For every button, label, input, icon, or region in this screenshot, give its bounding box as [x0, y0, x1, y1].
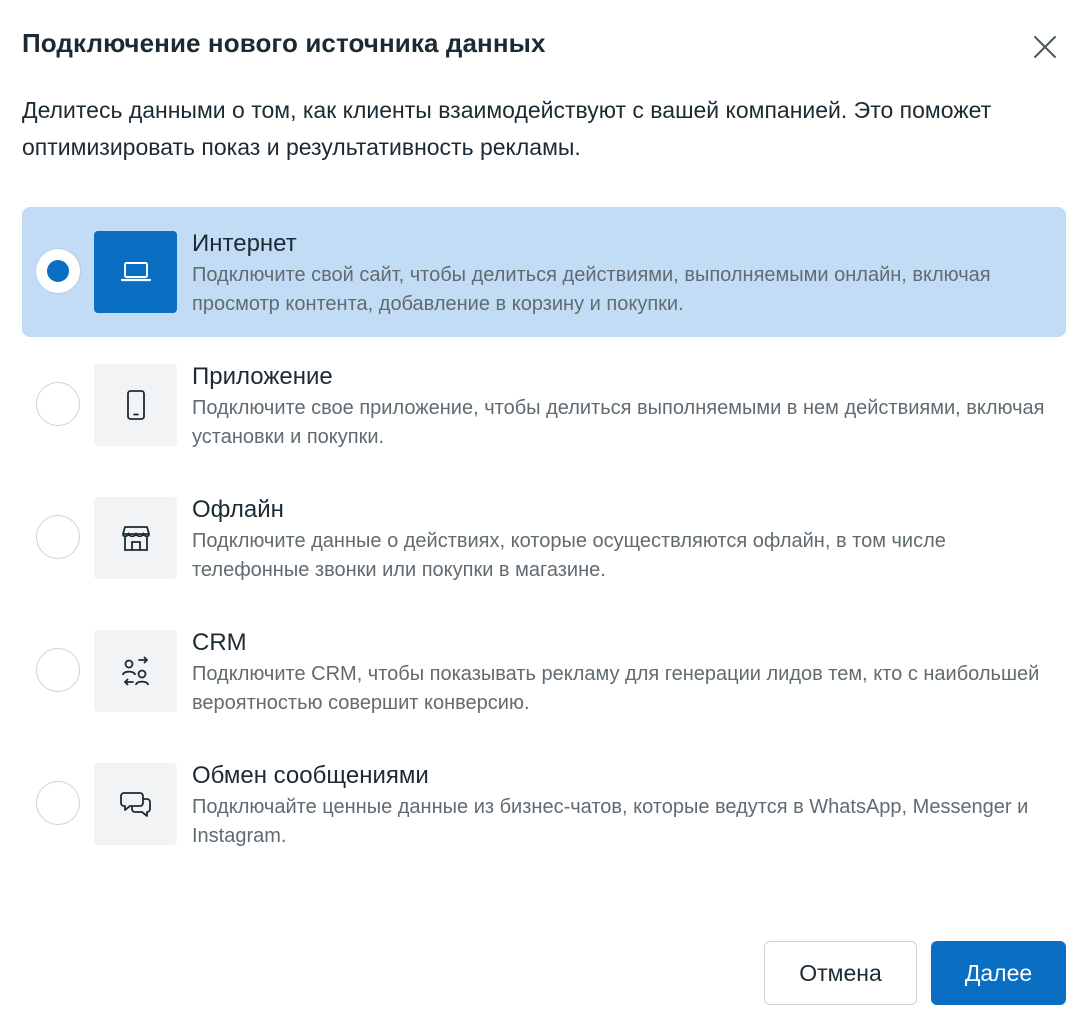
- radio-app[interactable]: [36, 382, 80, 426]
- option-title: Обмен сообщениями: [192, 762, 429, 789]
- option-crm[interactable]: CRM Подключите CRM, чтобы показывать рек…: [22, 606, 1066, 736]
- option-text: Приложение Подключите свое приложение, ч…: [192, 362, 1052, 452]
- data-source-options: Интернет Подключите свой сайт, чтобы дел…: [22, 207, 1066, 872]
- dialog-title: Подключение нового источника данных: [22, 28, 546, 58]
- radio-internet[interactable]: [36, 249, 80, 293]
- option-title: Офлайн: [192, 496, 284, 523]
- cancel-button[interactable]: Отмена: [764, 941, 917, 1005]
- radio-messaging[interactable]: [36, 781, 80, 825]
- option-icon-box: [94, 364, 177, 446]
- option-title: Приложение: [192, 363, 333, 390]
- option-icon-box: [94, 630, 177, 712]
- option-text: Офлайн Подключите данные о действиях, ко…: [192, 495, 1052, 585]
- option-description: Подключите свое приложение, чтобы делить…: [192, 397, 1045, 448]
- option-text: Интернет Подключите свой сайт, чтобы дел…: [192, 229, 1052, 319]
- option-title: CRM: [192, 629, 247, 656]
- radio-crm[interactable]: [36, 648, 80, 692]
- next-button[interactable]: Далее: [931, 941, 1066, 1005]
- radio-offline[interactable]: [36, 515, 80, 559]
- phone-icon: [126, 390, 145, 420]
- option-description: Подключайте ценные данные из бизнес-чато…: [192, 796, 1029, 847]
- dialog-description: Делитесь данными о том, как клиенты взаи…: [22, 97, 992, 160]
- option-internet[interactable]: Интернет Подключите свой сайт, чтобы дел…: [22, 207, 1066, 337]
- option-icon-box: [94, 497, 177, 579]
- close-icon: [1034, 36, 1056, 58]
- option-app[interactable]: Приложение Подключите свое приложение, ч…: [22, 340, 1066, 470]
- option-description: Подключите CRM, чтобы показывать рекламу…: [192, 663, 1040, 714]
- option-messaging[interactable]: Обмен сообщениями Подключайте ценные дан…: [22, 739, 1066, 869]
- store-icon: [121, 526, 150, 551]
- laptop-icon: [120, 262, 151, 282]
- option-offline[interactable]: Офлайн Подключите данные о действиях, ко…: [22, 473, 1066, 603]
- option-description: Подключите данные о действиях, которые о…: [192, 530, 946, 581]
- connect-data-source-dialog: Подключение нового источника данных Дели…: [0, 0, 1092, 1024]
- option-text: CRM Подключите CRM, чтобы показывать рек…: [192, 628, 1052, 718]
- chat-bubbles-icon: [119, 792, 151, 817]
- option-text: Обмен сообщениями Подключайте ценные дан…: [192, 761, 1052, 851]
- people-exchange-icon: [121, 656, 149, 686]
- option-description: Подключите свой сайт, чтобы делиться дей…: [192, 264, 991, 315]
- option-icon-box: [94, 231, 177, 313]
- option-icon-box: [94, 763, 177, 845]
- option-title: Интернет: [192, 230, 297, 257]
- close-button[interactable]: [1026, 28, 1064, 66]
